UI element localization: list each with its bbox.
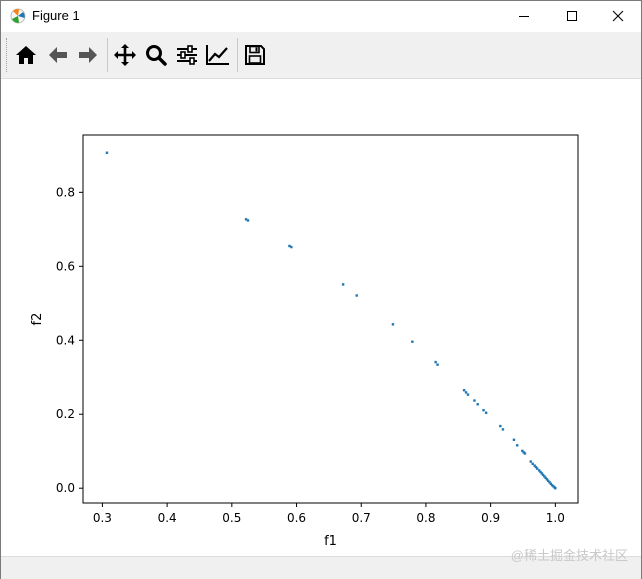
data-point	[355, 294, 358, 297]
subplots-button[interactable]	[173, 41, 201, 69]
data-point	[512, 438, 516, 441]
data-point	[391, 323, 395, 326]
toolbar-grip[interactable]	[6, 38, 10, 72]
data-point	[105, 151, 109, 154]
zoom-button[interactable]	[142, 41, 170, 69]
y-tick-label: 0.4	[56, 333, 75, 347]
x-tick-label: 0.5	[222, 511, 241, 525]
minimize-icon	[519, 16, 529, 17]
line-chart-icon	[206, 45, 229, 65]
sliders-icon	[177, 45, 197, 65]
x-tick-label: 0.9	[481, 511, 500, 525]
pan-button[interactable]	[111, 41, 139, 69]
title-bar[interactable]: Figure 1	[1, 1, 641, 31]
toolbar-separator	[237, 38, 238, 72]
back-button[interactable]	[44, 41, 72, 69]
x-tick-label: 0.3	[93, 511, 112, 525]
axes-frame	[82, 134, 579, 504]
y-tick-label: 0.6	[56, 259, 75, 273]
minimize-button[interactable]	[501, 1, 547, 31]
data-point	[290, 245, 293, 249]
data-point	[434, 360, 437, 364]
x-tick-label: 1.0	[546, 511, 565, 525]
arrow-right-icon	[79, 47, 97, 63]
data-point	[411, 340, 414, 343]
data-point	[473, 399, 476, 402]
data-point	[515, 444, 519, 447]
save-button[interactable]	[241, 41, 269, 69]
data-point	[476, 403, 479, 406]
close-icon	[612, 10, 624, 22]
data-point	[523, 452, 527, 455]
forward-button[interactable]	[74, 41, 102, 69]
y-tick-label: 0.8	[56, 185, 75, 199]
x-axis-label: f1	[324, 534, 337, 549]
magnifier-icon	[146, 45, 167, 66]
figure-window: Figure 1 0.3 0.4 0.5 0.6 0.7 0.8 0.9 1.0…	[0, 0, 642, 579]
matplotlib-icon	[10, 8, 26, 24]
y-tick-label: 0.0	[56, 481, 75, 495]
maximize-icon	[567, 11, 577, 21]
y-tick-label: 0.2	[56, 407, 75, 421]
home-icon	[16, 46, 36, 64]
data-point	[464, 391, 468, 394]
navigation-toolbar	[1, 32, 641, 79]
x-tick-label: 0.4	[158, 511, 177, 525]
data-point	[246, 219, 250, 222]
y-axis-label: f2	[30, 313, 45, 326]
data-point	[462, 388, 466, 392]
data-point	[499, 424, 502, 428]
data-point	[482, 408, 485, 412]
data-point	[501, 428, 505, 431]
figure-canvas[interactable]: 0.3 0.4 0.5 0.6 0.7 0.8 0.9 1.0 0.0 0.2 0.4 0.6 0.8 …	[1, 79, 641, 555]
data-point	[554, 487, 557, 490]
window-title: Figure 1	[32, 8, 80, 23]
close-button[interactable]	[595, 1, 641, 31]
data-point	[484, 411, 488, 414]
toolbar-separator	[107, 38, 108, 72]
arrow-left-icon	[49, 47, 67, 63]
x-tick-label: 0.6	[287, 511, 306, 525]
x-tick-label: 0.8	[416, 511, 435, 525]
home-button[interactable]	[12, 41, 40, 69]
maximize-button[interactable]	[549, 1, 595, 31]
watermark: @稀土掘金技术社区	[510, 548, 628, 563]
scatter-plot[interactable]: 0.3 0.4 0.5 0.6 0.7 0.8 0.9 1.00.00.20.40.60.8 …	[1, 79, 641, 555]
data-point	[529, 460, 532, 463]
data-point	[466, 393, 470, 396]
data-point	[436, 363, 439, 366]
data-point	[341, 283, 345, 286]
move-icon	[114, 44, 136, 66]
floppy-disk-icon	[245, 45, 265, 65]
x-tick-label: 0.7	[352, 511, 371, 525]
edit-axes-button[interactable]	[204, 41, 232, 69]
